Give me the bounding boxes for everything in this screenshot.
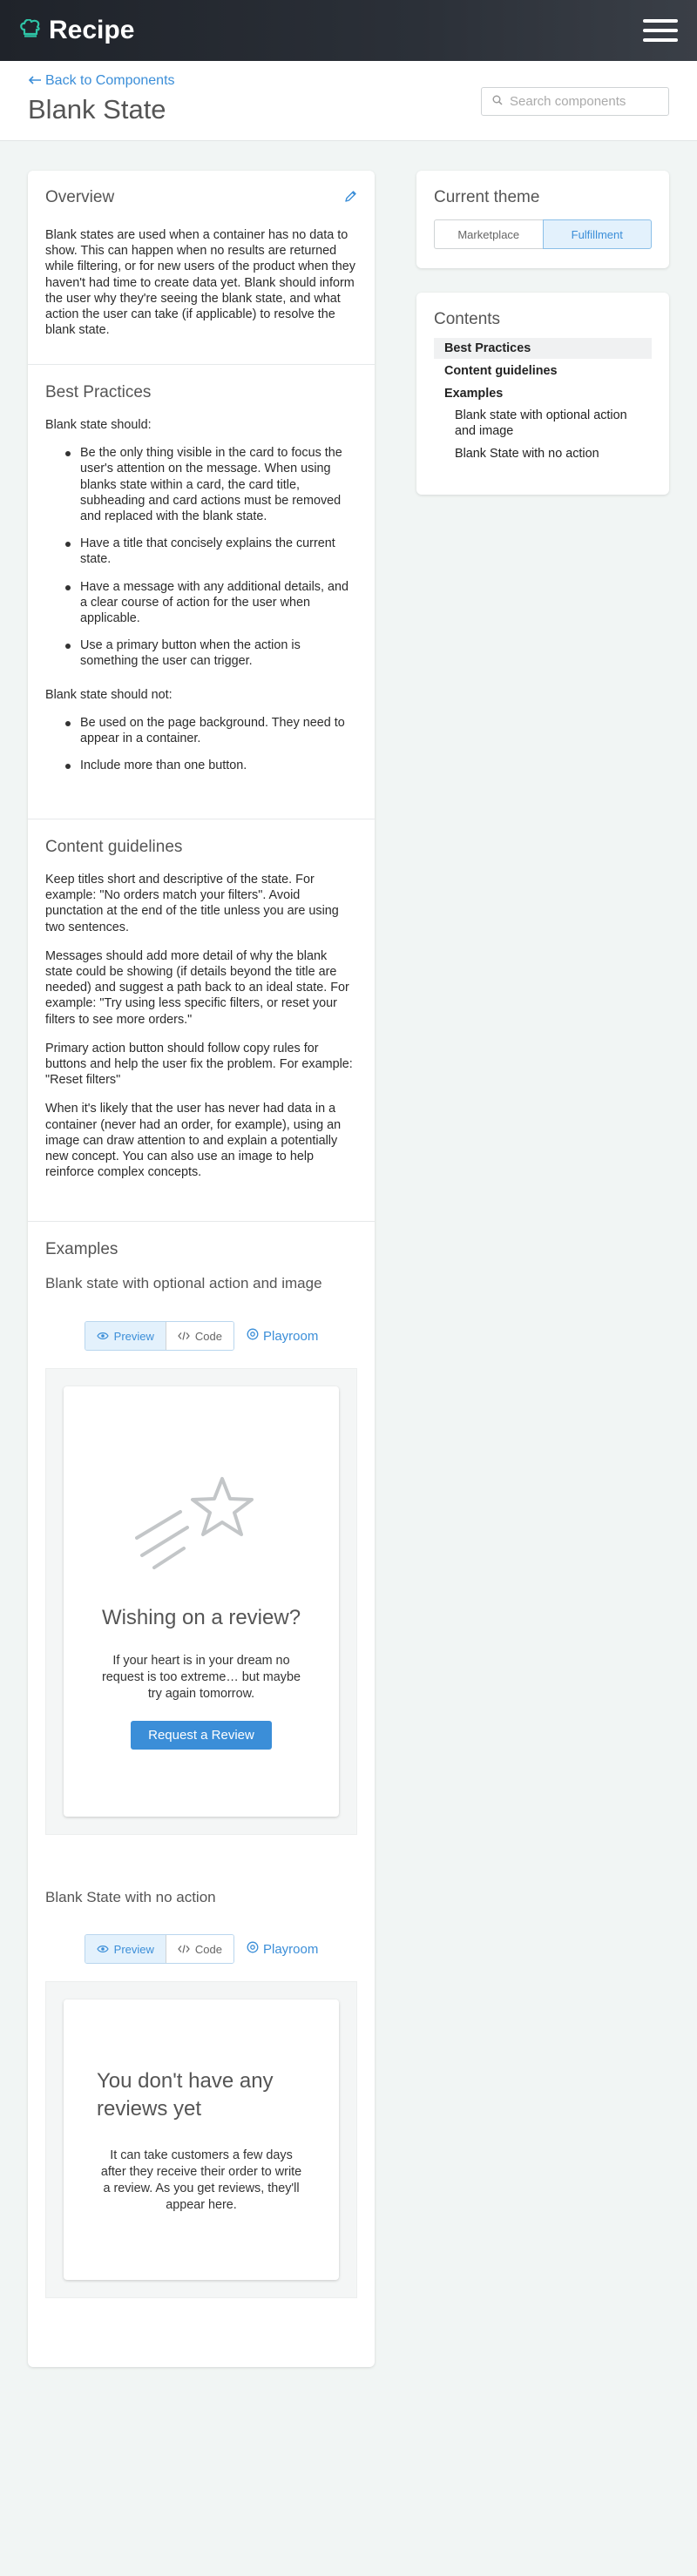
overview-section: Overview Blank states are used when a co…: [28, 171, 375, 364]
theme-option-fulfillment[interactable]: Fulfillment: [542, 219, 652, 249]
top-navigation-bar: Recipe: [0, 0, 697, 61]
blank-state-card: You don't have any reviews yet It can ta…: [64, 1999, 339, 2280]
back-to-components-link[interactable]: Back to Components: [28, 73, 175, 89]
content-guidelines-heading: Content guidelines: [45, 838, 183, 856]
request-review-button[interactable]: Request a Review: [131, 1721, 272, 1750]
guideline-paragraph: When it's likely that the user has never…: [45, 1102, 342, 1180]
blank-state-message: If your heart is in your dream no reques…: [102, 1654, 301, 1701]
search-box[interactable]: [481, 87, 669, 116]
list-item: Be used on the page background. They nee…: [65, 715, 357, 746]
guideline-paragraph: Messages should add more detail of why t…: [45, 948, 349, 1027]
example1-toolbar: Preview Code Playroom: [45, 1321, 357, 1351]
search-input[interactable]: [510, 94, 658, 109]
should-list: Be the only thing visible in the card to…: [45, 445, 357, 669]
should-not-label: Blank state should not:: [45, 687, 173, 702]
overview-text: Blank states are used when a container h…: [45, 228, 355, 338]
theme-toggle: Marketplace Fulfillment: [434, 219, 652, 249]
content-guidelines-section: Content guidelines Keep titles short and…: [28, 819, 375, 1221]
blank-state-message: It can take customers a few days after t…: [100, 2148, 302, 2212]
tab-code-label: Code: [194, 1329, 222, 1343]
overview-heading: Overview: [45, 188, 115, 206]
blank-state-title: Wishing on a review?: [101, 1606, 301, 1629]
tab-code[interactable]: Code: [165, 1322, 233, 1350]
eye-icon: [96, 1943, 109, 1956]
main-content-card: Overview Blank states are used when a co…: [28, 171, 375, 2367]
current-theme-heading: Current theme: [434, 188, 540, 206]
toc-example-no-action[interactable]: Blank State with no action: [434, 442, 652, 465]
eye-icon: [96, 1330, 109, 1343]
theme-option-marketplace[interactable]: Marketplace: [434, 219, 543, 249]
examples-heading: Examples: [45, 1240, 118, 1258]
current-theme-card: Current theme Marketplace Fulfillment: [416, 171, 669, 268]
tab-preview[interactable]: Preview: [85, 1322, 166, 1350]
tab-preview-label: Preview: [113, 1942, 154, 1956]
list-item: Use a primary button when the action is …: [65, 637, 357, 669]
playroom-icon: [247, 1328, 259, 1344]
hamburger-icon[interactable]: [643, 19, 678, 42]
arrow-left-icon: [28, 73, 42, 89]
code-icon: [178, 1330, 190, 1343]
back-link-label: Back to Components: [45, 73, 175, 88]
contents-heading: Contents: [434, 310, 501, 328]
tab-preview[interactable]: Preview: [85, 1935, 166, 1963]
example1-title: Blank state with optional action and ima…: [45, 1275, 322, 1291]
tab-code[interactable]: Code: [165, 1935, 233, 1963]
guideline-paragraph: Keep titles short and descriptive of the…: [45, 873, 339, 934]
list-item: Have a message with any additional detai…: [65, 579, 357, 627]
logo[interactable]: Recipe: [19, 16, 134, 45]
logo-text: Recipe: [49, 16, 135, 44]
shooting-star-icon: [135, 1472, 269, 1574]
should-label: Blank state should:: [45, 418, 152, 432]
playroom-label: Playroom: [262, 1328, 319, 1344]
list-item: Include more than one button.: [65, 758, 357, 773]
pencil-edit-icon[interactable]: [344, 190, 357, 207]
chef-hat-icon: [19, 17, 42, 43]
best-practices-section: Best Practices Blank state should: Be th…: [28, 364, 375, 819]
example1-preview-frame: Wishing on a review? If your heart is in…: [45, 1368, 357, 1835]
toc-examples[interactable]: Examples: [434, 383, 652, 404]
list-item: Have a title that concisely explains the…: [65, 536, 357, 567]
examples-section: Examples Blank state with optional actio…: [28, 1221, 375, 2365]
tab-preview-label: Preview: [113, 1329, 154, 1343]
toc-content-guidelines[interactable]: Content guidelines: [434, 361, 652, 381]
search-icon: [492, 94, 503, 110]
preview-code-toggle: Preview Code: [84, 1934, 234, 1964]
playroom-label: Playroom: [262, 1941, 319, 1957]
toc-example-optional-action[interactable]: Blank state with optional action and ima…: [434, 404, 652, 442]
example2-toolbar: Preview Code Playroom: [45, 1934, 357, 1964]
preview-code-toggle: Preview Code: [84, 1321, 234, 1351]
guideline-paragraph: Primary action button should follow copy…: [45, 1041, 353, 1088]
code-icon: [178, 1943, 190, 1956]
page-header: Back to Components Blank State: [0, 61, 697, 141]
playroom-link[interactable]: Playroom: [247, 1941, 318, 1957]
toc-best-practices[interactable]: Best Practices: [434, 338, 652, 359]
contents-card: Contents Best Practices Content guidelin…: [416, 293, 669, 495]
tab-code-label: Code: [194, 1942, 222, 1956]
example2-preview-frame: You don't have any reviews yet It can ta…: [45, 1981, 357, 2298]
should-not-list: Be used on the page background. They nee…: [45, 715, 357, 774]
playroom-icon: [247, 1941, 259, 1957]
example2-title: Blank State with no action: [45, 1889, 216, 1905]
playroom-link[interactable]: Playroom: [247, 1328, 318, 1344]
best-practices-heading: Best Practices: [45, 383, 152, 401]
blank-state-title: You don't have any reviews yet: [97, 2069, 274, 2121]
blank-state-card: Wishing on a review? If your heart is in…: [64, 1386, 339, 1817]
list-item: Be the only thing visible in the card to…: [65, 445, 357, 524]
